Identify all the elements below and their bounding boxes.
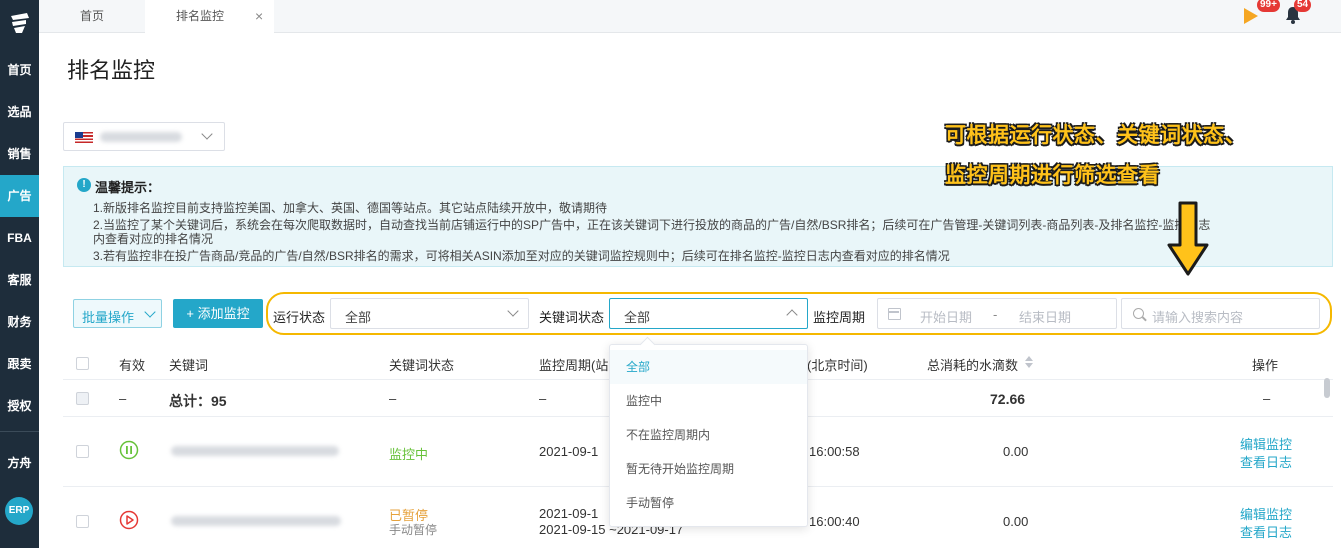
notice-line-2-cont: 内查看对应的排名情况: [93, 232, 214, 246]
date-separator: -: [993, 307, 998, 322]
sidebar-item-sales[interactable]: 销售: [0, 133, 39, 175]
kw-status-value: 全部: [624, 310, 651, 325]
store-name-blurred: [100, 132, 182, 142]
select-all-checkbox[interactable]: [76, 357, 89, 370]
chevron-down-icon: [507, 305, 519, 317]
water-value: 0.00: [1003, 444, 1029, 459]
total-valid: –: [119, 391, 127, 406]
sidebar-divider: [0, 431, 39, 432]
chevron-down-icon: [144, 306, 156, 318]
pause-icon[interactable]: [119, 440, 139, 460]
kw-status-sub: 手动暂停: [389, 523, 438, 537]
search-placeholder: 请输入搜索内容: [1152, 310, 1244, 325]
sidebar-item-selection[interactable]: 选品: [0, 91, 39, 133]
chevron-up-icon: [786, 309, 798, 321]
notice-line-2: 2.当监控了某个关键词后，系统会在每次爬取数据时，自动查找当前店铺运行中的SP广…: [93, 218, 1211, 232]
us-flag-icon: [75, 132, 93, 143]
bell-badge: 54: [1294, 0, 1312, 12]
sidebar-item-finance[interactable]: 财务: [0, 301, 39, 343]
main-panel: 排名监控 ! 温馨提示： 1.新版排名监控目前支持监控美国、加拿大、英国、德国等…: [39, 33, 1341, 548]
col-water[interactable]: 总消耗的水滴数: [927, 355, 1018, 374]
edit-monitor-link[interactable]: 编辑监控: [1240, 504, 1292, 523]
date-end-placeholder: 结束日期: [1019, 310, 1072, 325]
batch-actions-label: 批量操作: [82, 310, 135, 325]
kw-status-label: 关键词状态: [539, 310, 605, 325]
dropdown-option-all[interactable]: 全部: [610, 350, 807, 384]
view-log-link[interactable]: 查看日志: [1240, 452, 1292, 471]
dropdown-option-manual-pause[interactable]: 手动暂停: [610, 486, 807, 520]
notice-line-1: 1.新版排名监控目前支持监控美国、加拿大、英国、德国等站点。其它站点陆续开放中，…: [93, 201, 608, 215]
sort-icon[interactable]: [1025, 356, 1033, 368]
kw-status-dropdown: 全部 监控中 不在监控周期内 暂无待开始监控周期 手动暂停: [609, 344, 808, 527]
sidebar-item-ark[interactable]: 方舟: [0, 442, 39, 484]
play-icon[interactable]: [119, 510, 139, 530]
flag-icon[interactable]: [1244, 8, 1258, 24]
search-icon: [1133, 308, 1144, 319]
col-keyword: 关键词: [169, 358, 209, 373]
row-checkbox[interactable]: [76, 445, 89, 458]
sidebar-item-fba[interactable]: FBA: [0, 217, 39, 259]
col-kw-status: 关键词状态: [389, 358, 455, 373]
arrow-down-icon: [1167, 201, 1209, 276]
add-monitor-button[interactable]: + 添加监控: [173, 299, 263, 328]
erp-button[interactable]: ERP: [5, 497, 33, 525]
scroll-thumb[interactable]: [1324, 378, 1330, 398]
total-keyword: 总计：95: [169, 393, 227, 409]
close-tab-icon[interactable]: ×: [255, 0, 263, 33]
annotation-line-1: 可根据运行状态、关键词状态、: [945, 124, 1246, 147]
tab-home[interactable]: 首页: [39, 0, 145, 33]
run-status-select[interactable]: 全部: [330, 298, 529, 329]
run-status-value: 全部: [345, 310, 372, 325]
total-row-checkbox: [76, 392, 89, 405]
col-valid: 有效: [119, 358, 146, 373]
notice-title: 温馨提示：: [95, 180, 161, 195]
store-select[interactable]: [63, 122, 225, 151]
col-period: 监控周期(站: [539, 358, 609, 373]
logo-icon[interactable]: [7, 10, 33, 36]
kw-status-running: 监控中: [389, 447, 429, 462]
period-label: 监控周期: [813, 310, 866, 325]
col-ops: 操作: [1252, 358, 1279, 373]
sidebar-item-ads[interactable]: 广告: [0, 175, 39, 217]
sidebar-item-service[interactable]: 客服: [0, 259, 39, 301]
dropdown-option-monitoring[interactable]: 监控中: [610, 384, 807, 418]
notice-line-3: 3.若有监控非在投广告商品/竞品的广告/自然/BSR排名的需求，可将相关ASIN…: [93, 249, 950, 263]
date-start-placeholder: 开始日期: [920, 310, 973, 325]
period-value: 2021-09-1: [539, 506, 599, 521]
tab-rank-monitor-label: 排名监控: [176, 9, 225, 23]
dropdown-option-no-pending[interactable]: 暂无待开始监控周期: [610, 452, 807, 486]
time-value: 16:00:40: [809, 514, 860, 529]
edit-monitor-link[interactable]: 编辑监控: [1240, 434, 1292, 453]
total-kw-status: –: [389, 391, 397, 406]
sidebar: 首页 选品 销售 广告 FBA 客服 财务 跟卖 授权 方舟 ERP: [0, 0, 39, 548]
kw-status-select[interactable]: 全部: [609, 298, 808, 329]
water-value: 0.00: [1003, 514, 1029, 529]
page-title: 排名监控: [67, 58, 156, 83]
sidebar-item-auth[interactable]: 授权: [0, 385, 39, 427]
period-date-range[interactable]: 开始日期 - 结束日期: [877, 298, 1117, 329]
scrollbar[interactable]: [1324, 378, 1330, 548]
total-period: –: [539, 391, 547, 406]
time-value: 16:00:58: [809, 444, 860, 459]
keyword-blurred: [171, 446, 339, 456]
sidebar-item-home[interactable]: 首页: [0, 49, 39, 91]
calendar-icon: [888, 308, 901, 320]
search-input[interactable]: 请输入搜索内容: [1121, 298, 1320, 329]
annotation-line-2: 监控周期进行筛选查看: [945, 164, 1160, 187]
tab-bar: 首页 排名监控 × 99+ 54: [39, 0, 1341, 33]
keyword-blurred: [171, 516, 341, 526]
sidebar-item-follow-sell[interactable]: 跟卖: [0, 343, 39, 385]
dropdown-option-out-of-period[interactable]: 不在监控周期内: [610, 418, 807, 452]
period-value: 2021-09-1: [539, 444, 599, 459]
view-log-link[interactable]: 查看日志: [1240, 522, 1292, 541]
total-ops: –: [1263, 391, 1271, 406]
run-status-label: 运行状态: [273, 310, 326, 325]
col-time: (北京时间): [807, 358, 868, 373]
flag-badge: 99+: [1257, 0, 1280, 12]
total-water: 72.66: [990, 391, 1026, 407]
batch-actions-button[interactable]: 批量操作: [73, 299, 162, 328]
chevron-down-icon: [201, 128, 213, 140]
row-checkbox[interactable]: [76, 515, 89, 528]
info-icon: !: [77, 178, 91, 192]
